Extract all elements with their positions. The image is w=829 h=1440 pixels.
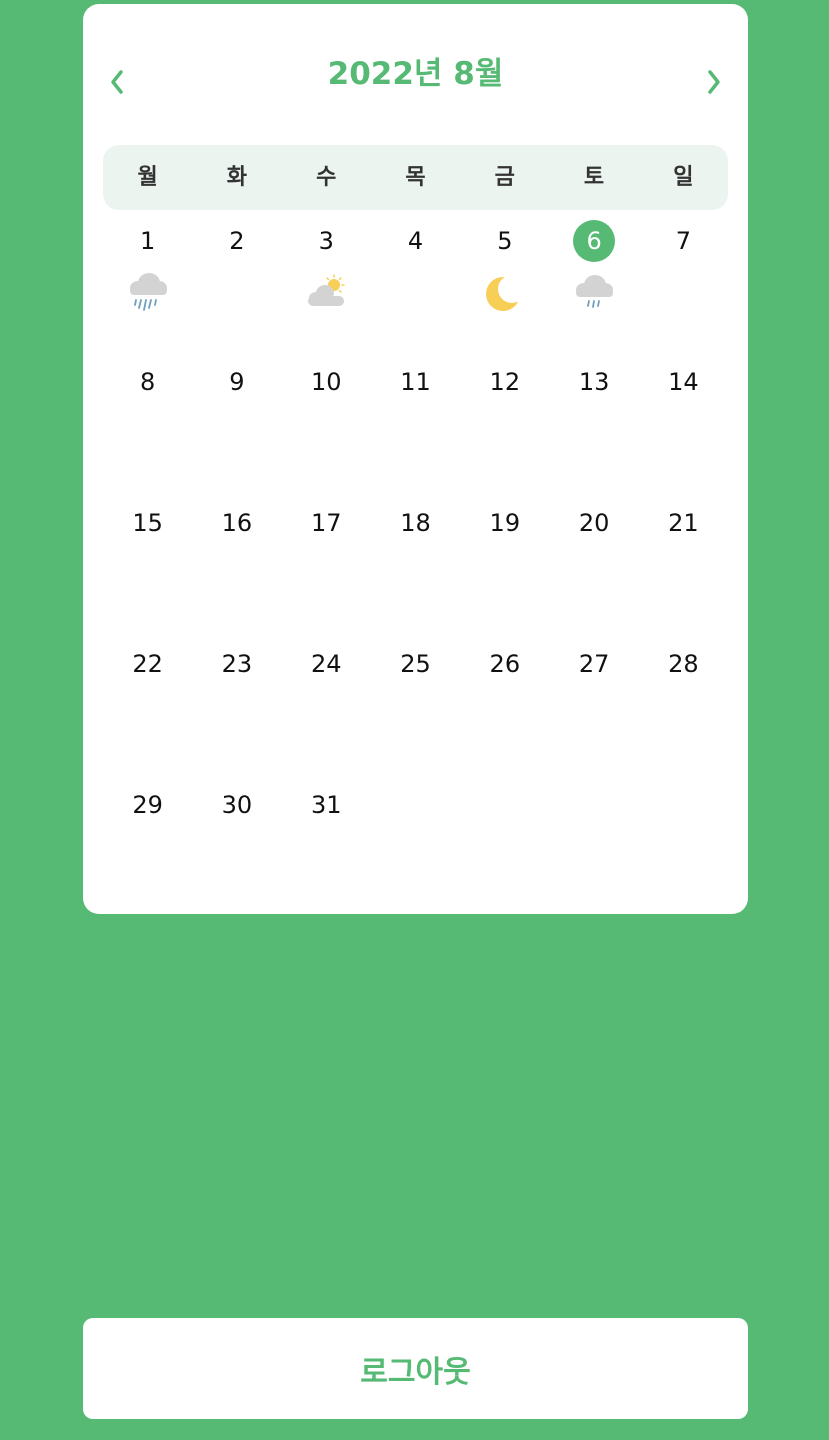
day-number: 21 bbox=[668, 509, 699, 537]
day-number: 3 bbox=[318, 227, 334, 255]
day-cell[interactable]: 25 bbox=[371, 641, 460, 782]
next-month-button[interactable] bbox=[696, 62, 732, 102]
day-number: 16 bbox=[221, 509, 253, 537]
weekday-label: 화 bbox=[226, 165, 248, 190]
day-cell[interactable]: 1 bbox=[103, 218, 192, 359]
day-number: 10 bbox=[310, 368, 342, 396]
day-number: 30 bbox=[221, 791, 253, 819]
day-number: 14 bbox=[668, 368, 699, 396]
calendar-card: 2022년 8월 월화수목금토일 1 2 3 4 5 6 7 8 9 10 11 12 13 14 15 16… bbox=[83, 4, 748, 914]
day-number: 2 bbox=[229, 227, 245, 255]
day-number: 8 bbox=[140, 368, 156, 396]
day-number: 19 bbox=[489, 509, 521, 537]
day-cell[interactable]: 3 bbox=[282, 218, 371, 359]
day-cell[interactable]: 28 bbox=[639, 641, 728, 782]
day-number: 22 bbox=[132, 650, 163, 678]
day-cell[interactable]: 6 bbox=[549, 218, 638, 359]
day-cell[interactable]: 21 bbox=[639, 500, 728, 641]
chevron-right-icon bbox=[708, 70, 720, 94]
day-cell[interactable]: 22 bbox=[103, 641, 192, 782]
day-number: 13 bbox=[578, 368, 610, 396]
day-cell[interactable]: 30 bbox=[192, 782, 281, 923]
day-cell[interactable]: 2 bbox=[192, 218, 281, 359]
day-grid: 1 2 3 4 5 6 7 8 9 10 11 12 13 14 15 16 17 18 19 20 21 22 23 24 2… bbox=[103, 218, 728, 923]
day-cell[interactable]: 31 bbox=[282, 782, 371, 923]
weekday-label: 수 bbox=[316, 165, 337, 190]
day-number: 26 bbox=[489, 650, 521, 678]
logout-button[interactable]: 로그아웃 bbox=[83, 1318, 748, 1419]
day-cell[interactable]: 16 bbox=[192, 500, 281, 641]
weekday-label: 목 bbox=[405, 165, 426, 190]
day-number: 20 bbox=[578, 509, 610, 537]
day-cell[interactable]: 29 bbox=[103, 782, 192, 923]
day-number: 17 bbox=[310, 509, 342, 537]
weekday-header: 월화수목금토일 bbox=[103, 145, 728, 210]
day-cell[interactable]: 5 bbox=[460, 218, 549, 359]
day-cell[interactable]: 11 bbox=[371, 359, 460, 500]
day-number: 15 bbox=[132, 509, 163, 537]
weekday-label: 금 bbox=[494, 165, 515, 190]
light-rain-cloud-icon bbox=[570, 270, 618, 318]
partly-cloudy-icon bbox=[302, 270, 350, 318]
month-title: 2022년 8월 bbox=[327, 56, 504, 92]
day-cell[interactable]: 26 bbox=[460, 641, 549, 782]
day-cell[interactable]: 24 bbox=[282, 641, 371, 782]
day-number: 18 bbox=[400, 509, 431, 537]
day-cell[interactable]: 13 bbox=[549, 359, 638, 500]
day-number: 24 bbox=[310, 650, 342, 678]
day-cell[interactable]: 14 bbox=[639, 359, 728, 500]
day-cell[interactable]: 20 bbox=[549, 500, 638, 641]
day-number: 27 bbox=[578, 650, 610, 678]
day-number: 25 bbox=[400, 650, 431, 678]
day-number: 23 bbox=[221, 650, 253, 678]
day-cell[interactable]: 15 bbox=[103, 500, 192, 641]
day-cell[interactable]: 7 bbox=[639, 218, 728, 359]
day-number: 1 bbox=[140, 227, 156, 255]
day-number: 9 bbox=[229, 368, 245, 396]
day-number: 12 bbox=[489, 368, 521, 396]
day-number: 7 bbox=[675, 227, 692, 255]
day-cell[interactable]: 19 bbox=[460, 500, 549, 641]
day-number: 4 bbox=[407, 227, 424, 255]
day-cell[interactable]: 10 bbox=[282, 359, 371, 500]
today-day-number: 6 bbox=[573, 220, 616, 262]
moon-icon bbox=[481, 270, 529, 318]
day-number: 28 bbox=[668, 650, 699, 678]
day-cell[interactable]: 12 bbox=[460, 359, 549, 500]
day-cell[interactable]: 9 bbox=[192, 359, 281, 500]
weekday-label: 토 bbox=[583, 165, 605, 190]
weekday-label: 일 bbox=[673, 165, 694, 190]
day-number: 29 bbox=[132, 791, 163, 819]
day-number: 5 bbox=[497, 227, 513, 255]
day-number: 11 bbox=[400, 368, 431, 396]
day-cell[interactable]: 8 bbox=[103, 359, 192, 500]
day-cell[interactable]: 27 bbox=[549, 641, 638, 782]
rain-cloud-icon bbox=[124, 270, 172, 318]
day-cell[interactable]: 4 bbox=[371, 218, 460, 359]
day-cell[interactable]: 18 bbox=[371, 500, 460, 641]
weekday-label: 월 bbox=[137, 165, 158, 190]
day-cell[interactable]: 17 bbox=[282, 500, 371, 641]
day-cell[interactable]: 23 bbox=[192, 641, 281, 782]
day-number: 31 bbox=[310, 791, 342, 819]
